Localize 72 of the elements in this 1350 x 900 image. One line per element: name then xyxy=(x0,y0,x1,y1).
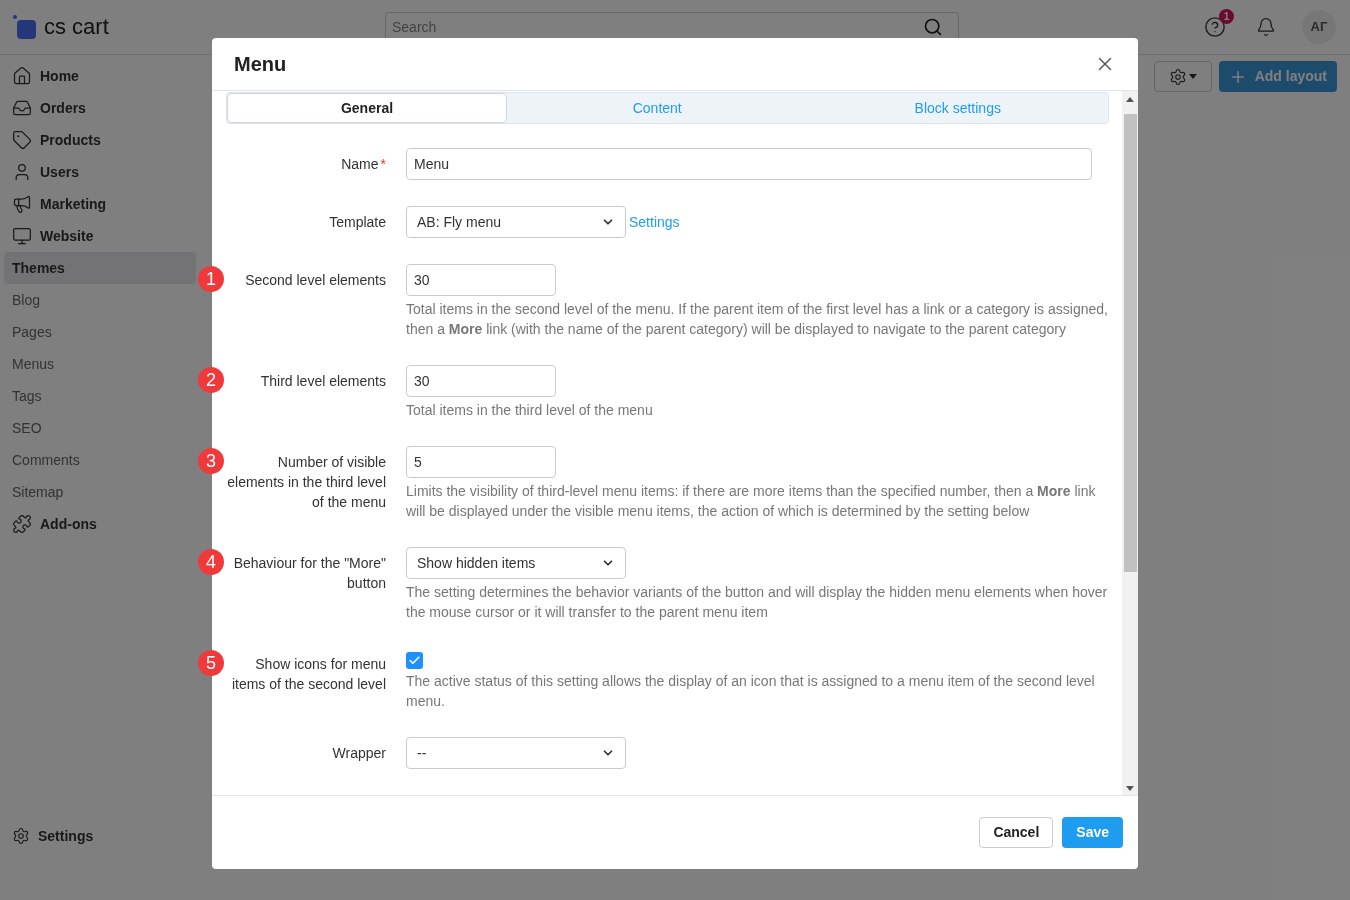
sidebar-item[interactable]: Products xyxy=(4,124,196,156)
scroll-down-icon[interactable] xyxy=(1126,786,1134,791)
help-icon[interactable] xyxy=(1204,16,1226,38)
field-label: Wrapper xyxy=(332,745,386,761)
search-icon xyxy=(923,16,943,37)
sidebar-item[interactable]: Marketing xyxy=(4,188,196,220)
sidebar-item[interactable]: Themes xyxy=(4,252,196,284)
step-number-badge: 2 xyxy=(198,367,224,393)
logo-text: cs cart xyxy=(44,16,109,38)
step-number-badge: 5 xyxy=(198,650,224,676)
house-icon xyxy=(12,66,32,86)
sidebar-item[interactable]: SEO xyxy=(4,412,196,444)
settings-link[interactable]: Settings xyxy=(629,211,680,233)
select-field[interactable]: Show hidden items xyxy=(406,547,626,579)
user-avatar[interactable]: АГ xyxy=(1302,10,1336,44)
bell-icon[interactable] xyxy=(1256,17,1276,37)
inbox-icon xyxy=(12,98,32,118)
help-text: Total items in the second level of the menu. If the parent item of the first level has a link or a category is assigned, then a More link (with the name of the parent category) will be displayed to navigate to the parent category xyxy=(406,300,1108,339)
field-label: Second level elements xyxy=(245,272,386,288)
field-label: Third level elements xyxy=(260,373,386,389)
select-field[interactable]: AB: Fly menu xyxy=(406,206,626,238)
step-number-badge: 3 xyxy=(198,448,224,474)
field-label: Name xyxy=(341,156,379,172)
help-text: Limits the visibility of third-level menu items: if there are more items than the specified number, then a More link will be displayed under the visible menu items, the action of which is determined by the setting below xyxy=(406,482,1097,521)
check-icon xyxy=(408,653,421,667)
add-layout-button[interactable]: Add layout xyxy=(1218,61,1337,92)
help-text: The active status of this setting allows the display of an icon that is assigned to a menu item of the second level menu. xyxy=(406,672,1096,711)
save-button[interactable]: Save xyxy=(1062,817,1123,848)
sidebar-item[interactable]: Tags xyxy=(4,380,196,412)
sidebar-item[interactable]: Home xyxy=(4,60,196,92)
caret-icon xyxy=(1188,74,1197,79)
number-field[interactable]: 5 xyxy=(406,446,556,478)
tab[interactable]: Content xyxy=(507,93,808,123)
settings-icon xyxy=(12,827,30,845)
select-field[interactable]: -- xyxy=(406,737,626,769)
sidebar-item[interactable]: Users xyxy=(4,156,196,188)
sidebar-item[interactable]: Orders xyxy=(4,92,196,124)
settings-dropdown[interactable] xyxy=(1153,61,1212,92)
logo-icon xyxy=(12,14,38,40)
megaphone-icon xyxy=(12,194,32,214)
sidebar-item[interactable]: Add-ons xyxy=(4,508,196,540)
field-label: Number of visible elements in the third level of the menu xyxy=(227,454,386,510)
step-number-badge: 1 xyxy=(198,266,224,292)
help-text: Total items in the third level of the menu xyxy=(406,401,654,420)
notification-badge: 1 xyxy=(1219,9,1234,24)
sidebar-item[interactable]: Website xyxy=(4,220,196,252)
gear-icon xyxy=(1168,67,1187,86)
sidebar-item[interactable]: Pages xyxy=(4,316,196,348)
sidebar-item[interactable]: Sitemap xyxy=(4,476,196,508)
field-label: Behaviour for the "More" button xyxy=(233,555,386,591)
checkbox[interactable] xyxy=(406,651,423,669)
required-mark: * xyxy=(380,156,386,172)
settings-link[interactable]: Settings xyxy=(4,820,196,852)
monitor-icon xyxy=(12,226,32,246)
puzzle-icon xyxy=(12,514,32,534)
field-label: Show icons for menu items of the second level xyxy=(231,656,386,692)
number-field[interactable]: 30 xyxy=(406,264,556,296)
tag-icon xyxy=(12,130,32,150)
text-field[interactable]: Menu xyxy=(406,148,1092,180)
number-field[interactable]: 30 xyxy=(406,365,556,397)
scroll-up-icon[interactable] xyxy=(1126,97,1134,102)
tab[interactable]: Block settings xyxy=(807,93,1108,123)
step-number-badge: 4 xyxy=(198,549,224,575)
sidebar-item[interactable]: Comments xyxy=(4,444,196,476)
sidebar-item[interactable]: Blog xyxy=(4,284,196,316)
scrollbar[interactable] xyxy=(1122,91,1138,795)
field-label: Template xyxy=(329,214,386,230)
cancel-button[interactable]: Cancel xyxy=(979,817,1054,848)
sidebar-item[interactable]: Menus xyxy=(4,348,196,380)
tab[interactable]: General xyxy=(227,93,507,123)
help-text: The setting determines the behavior variants of the button and will display the hidden menu elements when hover the mouse cursor or it will transfer to the parent menu item xyxy=(406,583,1108,622)
modal-title: Menu xyxy=(234,52,287,77)
